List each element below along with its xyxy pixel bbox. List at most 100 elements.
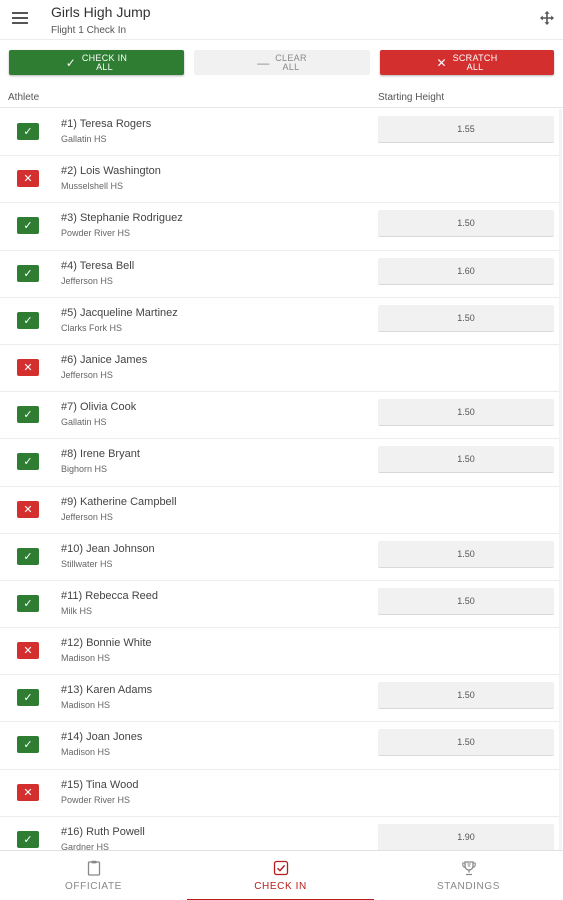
- menu-icon[interactable]: [12, 12, 28, 26]
- nav-officiate-label: OFFICIATE: [65, 881, 122, 892]
- athlete-row: ✕ #15) Tina Wood Powder River HS: [0, 770, 559, 817]
- athlete-name: #5) Jacqueline Martinez: [61, 306, 178, 319]
- starting-height-field[interactable]: 1.50: [378, 304, 554, 332]
- athlete-name: #2) Lois Washington: [61, 165, 161, 178]
- checked-in-toggle[interactable]: ✓: [17, 736, 39, 754]
- athlete-name: #3) Stephanie Rodriguez: [61, 212, 183, 225]
- starting-height-field[interactable]: 1.50: [378, 446, 554, 474]
- starting-height-field[interactable]: 1.60: [378, 257, 554, 285]
- scratched-toggle[interactable]: ✕: [17, 358, 39, 376]
- athlete-row: ✓ #10) Jean Johnson Stillwater HS 1.50: [0, 534, 559, 581]
- minus-icon: —: [257, 55, 270, 70]
- athlete-name: #4) Teresa Bell: [61, 259, 135, 272]
- checked-in-toggle[interactable]: ✓: [17, 830, 39, 848]
- athlete-name: #10) Jean Johnson: [61, 542, 155, 555]
- check-in-all-label: CHECK IN ALL: [81, 52, 128, 72]
- trophy-icon: [461, 861, 476, 876]
- starting-height-field[interactable]: 1.90: [378, 823, 554, 850]
- starting-height-field[interactable]: 1.50: [378, 729, 554, 757]
- checked-in-toggle[interactable]: ✓: [17, 311, 39, 329]
- athlete-row: ✓ #5) Jacqueline Martinez Clarks Fork HS 1.…: [0, 298, 559, 345]
- athlete-school: Jefferson HS: [61, 369, 113, 380]
- starting-height-field[interactable]: 1.55: [378, 116, 554, 143]
- athlete-name: #9) Katherine Campbell: [61, 495, 177, 508]
- athlete-row: ✓ #7) Olivia Cook Gallatin HS 1.50: [0, 392, 559, 440]
- checked-in-toggle[interactable]: ✓: [17, 264, 39, 282]
- athlete-row: ✓ #3) Stephanie Rodriguez Powder River HS 1…: [0, 203, 559, 251]
- checked-in-toggle[interactable]: ✓: [17, 594, 39, 612]
- checked-in-toggle[interactable]: ✓: [17, 217, 39, 235]
- checked-in-toggle[interactable]: ✓: [17, 689, 39, 707]
- starting-height-column-header: Starting Height: [378, 92, 445, 103]
- athlete-school: Bighorn HS: [61, 464, 108, 475]
- athlete-school: Clarks Fork HS: [61, 322, 123, 333]
- athlete-row: ✓ #1) Teresa Rogers Gallatin HS 1.55: [0, 109, 559, 157]
- scratch-all-button[interactable]: ✕ SCRATCH ALL: [380, 50, 554, 75]
- nav-standings-label: STANDINGS: [437, 881, 500, 892]
- nav-check-in-label: CHECK IN: [254, 881, 307, 892]
- page-title: Girls High Jump: [51, 4, 151, 20]
- clear-all-label: CLEAR ALL: [275, 52, 307, 72]
- checked-in-toggle[interactable]: ✓: [17, 453, 39, 471]
- athlete-name: #6) Janice James: [61, 353, 148, 366]
- athlete-name: #8) Irene Bryant: [61, 448, 140, 461]
- athlete-row: ✓ #14) Joan Jones Madison HS 1.50: [0, 722, 559, 770]
- athlete-row: ✓ #8) Irene Bryant Bighorn HS 1.50: [0, 439, 559, 487]
- starting-height-field[interactable]: 1.50: [378, 540, 554, 568]
- starting-height-field[interactable]: 1.50: [378, 399, 554, 427]
- nav-officiate[interactable]: OFFICIATE: [0, 851, 187, 900]
- athlete-school: Powder River HS: [61, 228, 131, 239]
- athlete-school: Madison HS: [61, 700, 111, 711]
- athlete-name: #16) Ruth Powell: [61, 825, 145, 838]
- scratched-toggle[interactable]: ✕: [17, 170, 39, 188]
- athlete-list[interactable]: ✓ #1) Teresa Rogers Gallatin HS 1.55 ✕ #2) Lo…: [0, 109, 559, 850]
- athlete-name: #1) Teresa Rogers: [61, 118, 152, 130]
- athlete-row: ✓ #13) Karen Adams Madison HS 1.50: [0, 675, 559, 723]
- close-icon: ✕: [436, 55, 447, 70]
- clear-all-button[interactable]: — CLEAR ALL: [194, 50, 370, 75]
- athlete-name: #7) Olivia Cook: [61, 401, 137, 414]
- starting-height-field[interactable]: 1.50: [378, 682, 554, 710]
- app-bar: Girls High Jump Flight 1 Check In: [0, 0, 563, 40]
- scratch-all-label: SCRATCH ALL: [452, 52, 498, 72]
- nav-standings[interactable]: STANDINGS: [374, 851, 563, 900]
- scratched-toggle[interactable]: ✕: [17, 783, 39, 801]
- starting-height-field[interactable]: 1.50: [378, 587, 554, 615]
- scratched-toggle[interactable]: ✕: [17, 500, 39, 518]
- athlete-name: #13) Karen Adams: [61, 684, 153, 697]
- column-headers: Athlete Starting Height: [0, 88, 563, 108]
- athlete-row: ✕ #2) Lois Washington Musselshell HS: [0, 156, 559, 204]
- scrollbar[interactable]: [559, 109, 562, 850]
- clipboard-icon: [87, 860, 100, 876]
- athlete-school: Milk HS: [61, 605, 92, 616]
- athlete-school: Jefferson HS: [61, 275, 113, 286]
- nav-check-in[interactable]: CHECK IN: [187, 851, 374, 900]
- check-in-all-button[interactable]: ✓ CHECK IN ALL: [9, 50, 184, 75]
- bottom-nav: OFFICIATE CHECK IN STANDINGS: [0, 850, 563, 900]
- athlete-school: Gallatin HS: [61, 134, 107, 144]
- checked-in-toggle[interactable]: ✓: [17, 547, 39, 565]
- page-subtitle: Flight 1 Check In: [51, 25, 127, 36]
- bulk-actions: ✓ CHECK IN ALL — CLEAR ALL ✕ SCRATCH ALL: [9, 50, 554, 75]
- athlete-name: #14) Joan Jones: [61, 731, 143, 744]
- move-icon[interactable]: [539, 10, 555, 26]
- athlete-row: ✕ #12) Bonnie White Madison HS: [0, 628, 559, 676]
- starting-height-field[interactable]: 1.50: [378, 210, 554, 238]
- athlete-name: #11) Rebecca Reed: [61, 589, 159, 602]
- athlete-school: Gardner HS: [61, 841, 110, 850]
- athlete-column-header: Athlete: [8, 92, 40, 103]
- athlete-school: Jefferson HS: [61, 511, 113, 522]
- checkbox-icon: [273, 860, 288, 876]
- athlete-row: ✕ #6) Janice James Jefferson HS: [0, 345, 559, 393]
- athlete-school: Musselshell HS: [61, 181, 124, 192]
- athlete-school: Gallatin HS: [61, 417, 107, 428]
- check-icon: ✓: [65, 55, 76, 70]
- scratched-toggle[interactable]: ✕: [17, 642, 39, 660]
- athlete-school: Madison HS: [61, 747, 111, 758]
- athlete-name: #12) Bonnie White: [61, 637, 152, 650]
- title-block: Girls High Jump Flight 1 Check In: [51, 4, 151, 37]
- athlete-row: ✕ #9) Katherine Campbell Jefferson HS: [0, 487, 559, 534]
- athlete-row: ✓ #16) Ruth Powell Gardner HS 1.90: [0, 817, 559, 850]
- checked-in-toggle[interactable]: ✓: [17, 123, 39, 140]
- checked-in-toggle[interactable]: ✓: [17, 406, 39, 424]
